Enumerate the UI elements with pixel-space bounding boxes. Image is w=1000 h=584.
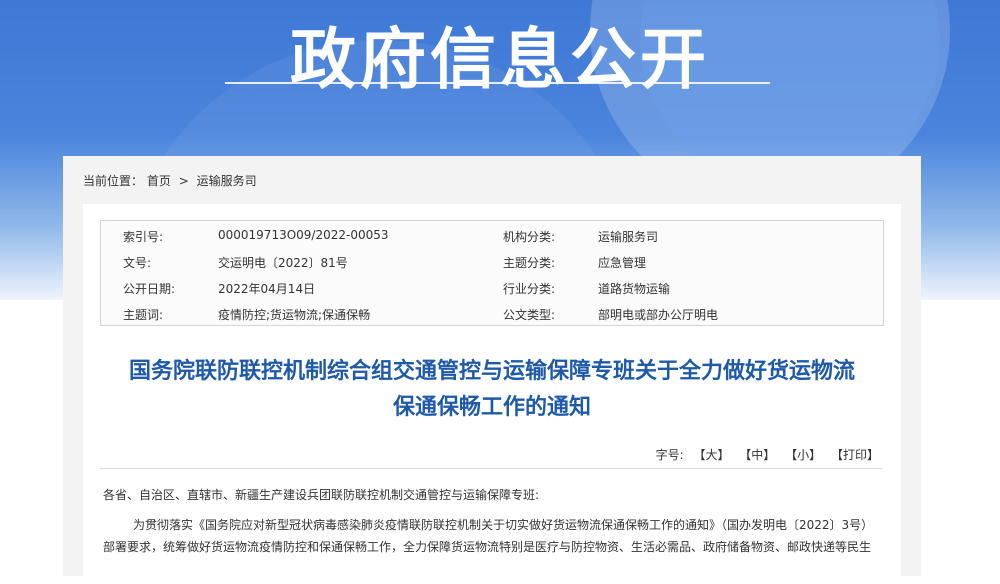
metadata-key: 主题分类: bbox=[503, 256, 556, 270]
metadata-key: 行业分类: bbox=[503, 282, 556, 296]
font-small-button[interactable]: 【小】 bbox=[785, 448, 821, 462]
metadata-value: 应急管理 bbox=[598, 256, 647, 270]
print-button[interactable]: 【打印】 bbox=[831, 448, 879, 462]
metadata-key: 公开日期: bbox=[123, 282, 176, 296]
breadcrumb-home-link[interactable]: 首页 bbox=[147, 174, 171, 188]
content-panel: 当前位置： 首页 > 运输服务司 索引号: 000019713O09/2022-… bbox=[63, 156, 921, 584]
metadata-row: 公开日期: 2022年04月14日 行业分类: 道路货物运输 bbox=[101, 275, 883, 301]
metadata-value: 交运明电〔2022〕81号 bbox=[218, 256, 348, 270]
metadata-value: 道路货物运输 bbox=[598, 282, 671, 296]
document-title: 国务院联防联控机制综合组交通管控与运输保障专班关于全力做好货运物流 保通保畅工作… bbox=[83, 354, 901, 426]
metadata-row: 文号: 交运明电〔2022〕81号 主题分类: 应急管理 bbox=[101, 249, 883, 275]
font-large-button[interactable]: 【大】 bbox=[693, 448, 729, 462]
document-title-line: 国务院联防联控机制综合组交通管控与运输保障专班关于全力做好货运物流 bbox=[128, 359, 855, 384]
breadcrumb-label: 当前位置： bbox=[83, 174, 144, 188]
banner-underline bbox=[225, 82, 770, 84]
metadata-key: 机构分类: bbox=[503, 230, 556, 244]
banner-title: 政府信息公开 bbox=[290, 21, 710, 98]
metadata-row: 主题词: 疫情防控;货运物流;保通保畅 公文类型: 部明电或部办公厅明电 bbox=[101, 301, 883, 327]
metadata-key: 索引号: bbox=[123, 230, 164, 244]
font-medium-button[interactable]: 【中】 bbox=[739, 448, 775, 462]
metadata-key: 文号: bbox=[123, 256, 152, 270]
metadata-key: 主题词: bbox=[123, 308, 164, 322]
document-title-line: 保通保畅工作的通知 bbox=[392, 395, 591, 420]
breadcrumb-current-link[interactable]: 运输服务司 bbox=[197, 174, 257, 188]
metadata-table: 索引号: 000019713O09/2022-00053 机构分类: 运输服务司… bbox=[100, 220, 884, 326]
breadcrumb-separator: > bbox=[178, 174, 189, 188]
salutation: 各省、自治区、直辖市、新疆生产建设兵团联防联控机制交通管控与运输保障专班: bbox=[103, 488, 540, 502]
metadata-key: 公文类型: bbox=[503, 308, 556, 322]
metadata-value: 疫情防控;货运物流;保通保畅 bbox=[218, 308, 371, 322]
metadata-value: 部明电或部办公厅明电 bbox=[598, 308, 719, 322]
font-size-toolbar: 字号: 【大】 【中】 【小】 【打印】 bbox=[656, 446, 879, 463]
metadata-value: 2022年04月14日 bbox=[218, 282, 316, 296]
metadata-row: 索引号: 000019713O09/2022-00053 机构分类: 运输服务司 bbox=[101, 223, 883, 249]
metadata-value: 运输服务司 bbox=[598, 230, 659, 244]
body-paragraph: 为贯彻落实《国务院应对新型冠状病毒感染肺炎疫情联防联控机制关于切实做好货运物流保… bbox=[103, 518, 874, 554]
metadata-value: 000019713O09/2022-00053 bbox=[218, 228, 389, 242]
font-size-label: 字号: bbox=[655, 448, 684, 462]
article-container: 索引号: 000019713O09/2022-00053 机构分类: 运输服务司… bbox=[83, 204, 901, 584]
breadcrumb: 当前位置： 首页 > 运输服务司 bbox=[83, 172, 257, 189]
divider bbox=[100, 468, 882, 469]
